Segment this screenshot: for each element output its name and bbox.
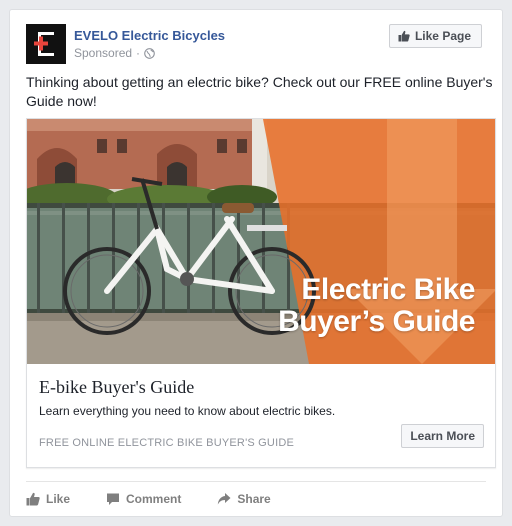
evelo-logo[interactable] bbox=[26, 24, 66, 64]
post-text: Thinking about getting an electric bike?… bbox=[26, 74, 493, 109]
thumbs-up-icon bbox=[26, 492, 40, 506]
share-icon bbox=[218, 493, 231, 505]
sponsored-post-card: EVELO Electric Bicycles Sponsored · Like… bbox=[9, 9, 503, 517]
separator-dot: · bbox=[136, 46, 141, 60]
link-description: Learn everything you need to know about … bbox=[39, 404, 336, 418]
comment-label: Comment bbox=[126, 492, 182, 506]
comment-action[interactable]: Comment bbox=[106, 492, 181, 506]
link-title[interactable]: E-bike Buyer's Guide bbox=[39, 377, 194, 398]
post-header: EVELO Electric Bicycles Sponsored · Like… bbox=[26, 24, 486, 66]
like-action[interactable]: Like bbox=[26, 492, 70, 506]
sponsored-label[interactable]: Sponsored bbox=[74, 46, 132, 60]
like-page-button[interactable]: Like Page bbox=[388, 24, 482, 48]
learn-more-button[interactable]: Learn More bbox=[401, 424, 484, 448]
share-action[interactable]: Share bbox=[217, 492, 271, 506]
page-name-link[interactable]: EVELO Electric Bicycles bbox=[74, 28, 225, 43]
image-headline-line1: Electric Bike bbox=[301, 273, 475, 306]
like-page-label: Like Page bbox=[414, 29, 471, 43]
actions-divider bbox=[26, 481, 486, 482]
ad-image[interactable]: Electric Bike Buyer’s Guide bbox=[27, 119, 495, 364]
share-label: Share bbox=[237, 492, 271, 506]
image-headline: Electric Bike Buyer’s Guide bbox=[278, 274, 475, 338]
image-headline-line2: Buyer’s Guide bbox=[278, 305, 475, 338]
comment-icon bbox=[107, 493, 120, 505]
like-label: Like bbox=[46, 492, 71, 506]
globe-icon bbox=[144, 47, 155, 59]
thumbs-up-icon bbox=[398, 30, 410, 42]
post-actions: Like Comment Share bbox=[26, 488, 307, 510]
link-attachment[interactable]: Electric Bike Buyer’s Guide E-bike Buyer… bbox=[26, 118, 496, 468]
sponsored-label-row: Sponsored · bbox=[74, 46, 155, 60]
link-caption: FREE ONLINE ELECTRIC BIKE BUYER'S GUIDE bbox=[39, 437, 295, 449]
